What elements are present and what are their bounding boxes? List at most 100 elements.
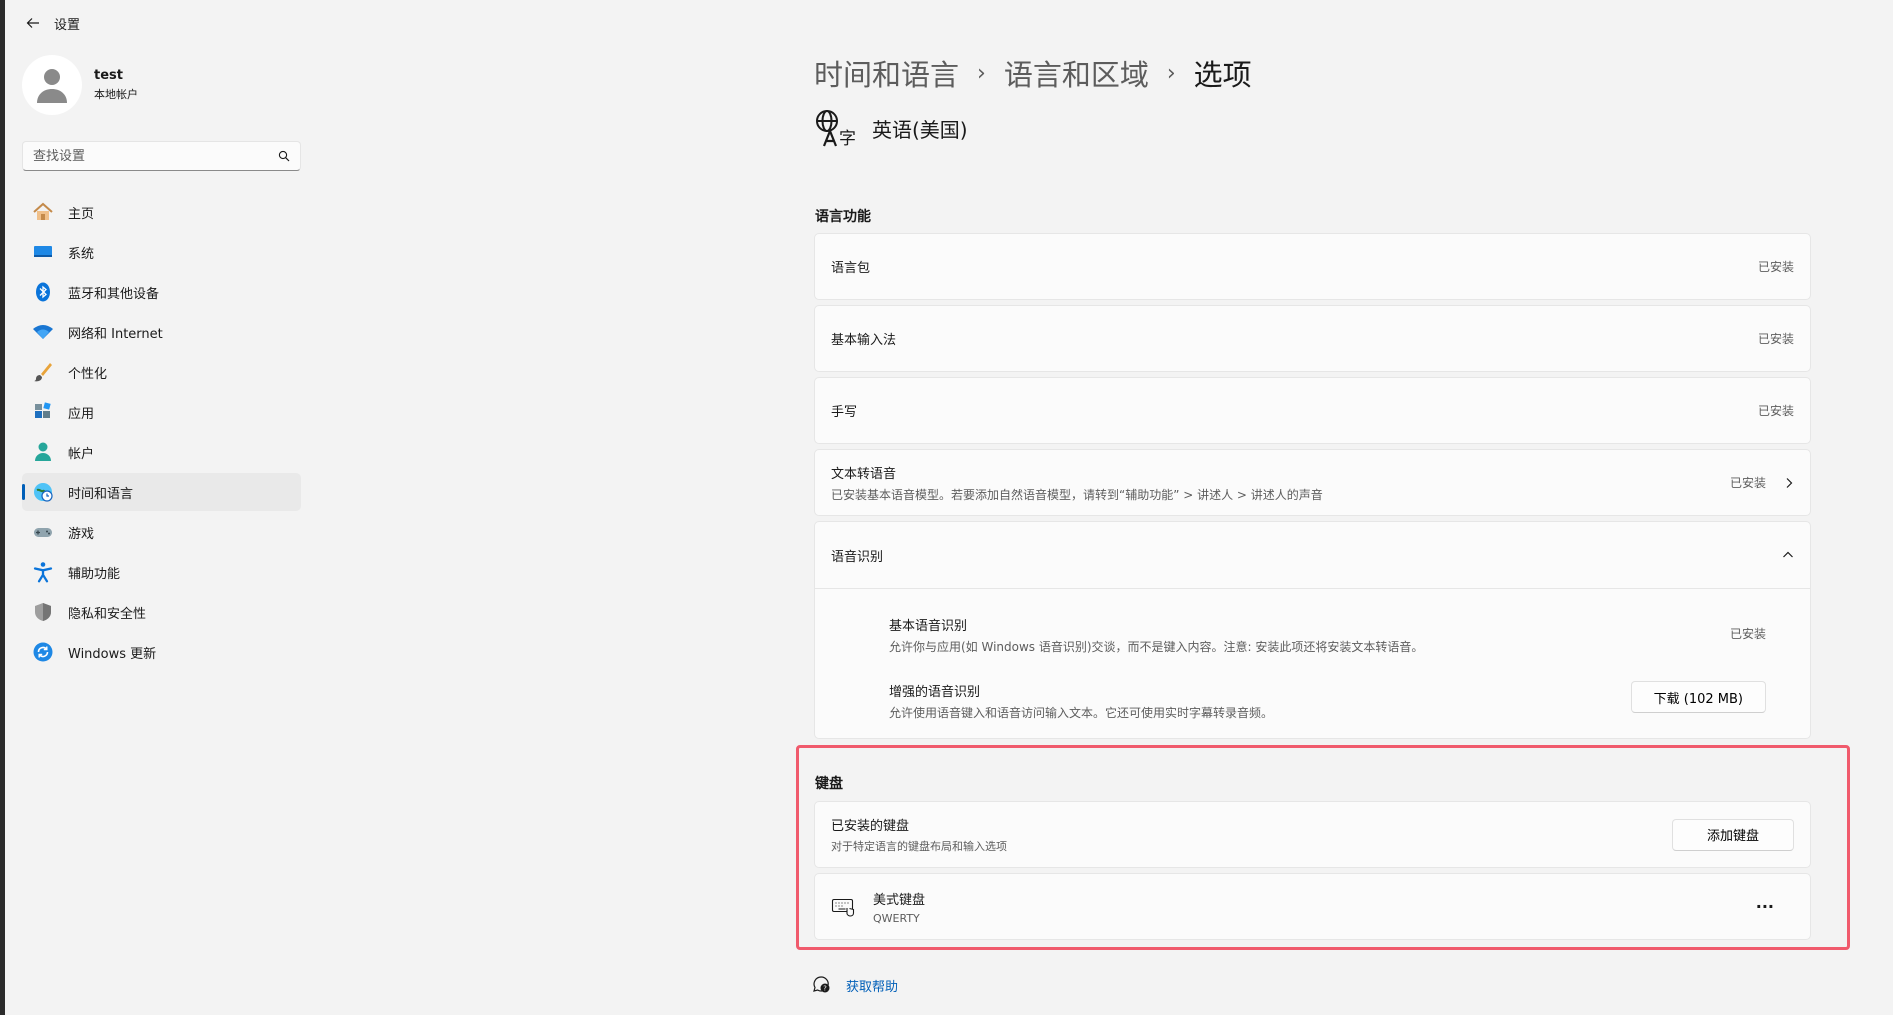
status-text: 已安装 (1757, 404, 1794, 418)
brush-icon (32, 361, 54, 383)
language-name: 英语(美国) (872, 117, 968, 142)
back-button[interactable] (22, 12, 44, 34)
system-icon (32, 241, 54, 263)
search-box[interactable] (22, 141, 301, 171)
sidebar-item-gaming[interactable]: 游戏 (22, 513, 301, 551)
speech-recognition-header[interactable]: 语音识别 (815, 522, 1810, 589)
basic-speech-recognition: 基本语音识别 允许你与应用(如 Windows 语音识别)交谈，而不是键入内容。… (889, 615, 1423, 655)
app-title: 设置 (54, 17, 81, 33)
keyboard-name: 美式键盘 (873, 892, 926, 908)
sidebar-item-label: 辅助功能 (68, 566, 121, 582)
window-edge (0, 0, 5, 1015)
breadcrumb-time-language[interactable]: 时间和语言 (814, 52, 959, 94)
row-title: 文本转语音 (831, 466, 897, 482)
more-options-icon[interactable]: ··· (1756, 897, 1774, 916)
home-icon (32, 201, 54, 223)
row-title: 增强的语音识别 (889, 685, 981, 700)
wifi-icon (32, 321, 54, 343)
row-title: 语音识别 (831, 549, 884, 565)
sidebar-item-home[interactable]: 主页 (22, 193, 301, 231)
sidebar-item-apps[interactable]: 应用 (22, 393, 301, 431)
back-arrow-icon (26, 18, 39, 28)
sidebar-item-label: 网络和 Internet (68, 326, 163, 342)
section-title-keyboard: 键盘 (815, 776, 843, 792)
sidebar-item-label: 游戏 (68, 526, 95, 542)
row-description: 允许你与应用(如 Windows 语音识别)交谈，而不是键入内容。注意: 安装此… (889, 640, 1424, 654)
sidebar-item-bluetooth[interactable]: 蓝牙和其他设备 (22, 273, 301, 311)
breadcrumb: 时间和语言 › 语言和区域 › 选项 (814, 52, 1252, 94)
sidebar-item-windows-update[interactable]: Windows 更新 (22, 633, 301, 671)
row-description: 对于特定语言的键盘布局和输入选项 (831, 840, 1007, 853)
search-input[interactable] (33, 148, 278, 164)
handwriting-row: 手写 已安装 (814, 377, 1811, 444)
row-title: 基本输入法 (831, 333, 897, 348)
row-description: 允许使用语音键入和语音访问输入文本。它还可使用实时字幕转录音频。 (889, 706, 1274, 720)
svg-text:?: ? (823, 985, 827, 993)
sidebar-item-label: Windows 更新 (68, 646, 157, 662)
gamepad-icon (32, 521, 54, 543)
add-keyboard-button[interactable]: 添加键盘 (1671, 818, 1794, 851)
sidebar-item-time-language[interactable]: 时间和语言 (22, 473, 301, 511)
sidebar-item-label: 蓝牙和其他设备 (68, 286, 160, 302)
row-title: 手写 (831, 405, 858, 420)
get-help-link[interactable]: 获取帮助 (846, 976, 898, 995)
profile-account-type: 本地帐户 (94, 88, 138, 101)
breadcrumb-language-region[interactable]: 语言和区域 (1004, 52, 1149, 94)
update-icon (32, 641, 54, 663)
basic-input-row: 基本输入法 已安装 (814, 305, 1811, 372)
sidebar-item-label: 隐私和安全性 (68, 606, 147, 622)
title-bar: 设置 (22, 12, 80, 34)
sidebar-item-label: 系统 (68, 246, 95, 262)
sidebar-item-label: 个性化 (68, 366, 108, 382)
download-button[interactable]: 下载 (102 MB) (1630, 681, 1766, 713)
keyboard-item-row: 美式键盘 QWERTY ··· (814, 873, 1811, 940)
row-title: 基本语音识别 (889, 619, 968, 634)
sidebar-item-network[interactable]: 网络和 Internet (22, 313, 301, 351)
row-description: 已安装基本语音模型。若要添加自然语音模型，请转到“辅助功能” > 讲述人 > 讲… (831, 487, 1323, 502)
language-icon: 字 (816, 110, 856, 148)
keyboard-icon (831, 898, 855, 917)
breadcrumb-separator: › (977, 60, 986, 86)
row-title: 已安装的键盘 (831, 819, 910, 834)
sidebar-item-label: 帐户 (68, 446, 95, 462)
user-profile[interactable]: test 本地帐户 (22, 55, 138, 115)
language-pack-row: 语言包 已安装 (814, 233, 1811, 300)
shield-icon (32, 601, 54, 623)
sidebar-item-personalization[interactable]: 个性化 (22, 353, 301, 391)
account-icon (32, 441, 54, 463)
chevron-right-icon (1784, 477, 1794, 489)
help-icon: ? (813, 976, 830, 993)
status-text: 已安装 (1757, 332, 1794, 346)
installed-keyboards-row: 已安装的键盘 对于特定语言的键盘布局和输入选项 添加键盘 (814, 801, 1811, 868)
sidebar-item-label: 应用 (68, 406, 95, 422)
keyboard-layout: QWERTY (873, 911, 920, 925)
avatar (22, 55, 82, 115)
breadcrumb-separator: › (1166, 60, 1176, 86)
page-title: 选项 (1193, 58, 1252, 92)
language-header: 字 英语(美国) (814, 108, 968, 148)
bluetooth-icon (32, 281, 54, 303)
get-help[interactable]: ? 获取帮助 (812, 975, 898, 995)
sidebar-item-accessibility[interactable]: 辅助功能 (22, 553, 301, 591)
status-text: 已安装 (1757, 260, 1794, 274)
row-title: 语言包 (831, 261, 871, 276)
enhanced-speech-recognition: 增强的语音识别 允许使用语音键入和语音访问输入文本。它还可使用实时字幕转录音频。 (889, 681, 1273, 721)
sidebar-item-label: 时间和语言 (68, 486, 134, 502)
text-to-speech-row[interactable]: 文本转语音 已安装基本语音模型。若要添加自然语音模型，请转到“辅助功能” > 讲… (814, 449, 1811, 516)
apps-icon (32, 401, 54, 423)
user-avatar-icon (37, 69, 67, 103)
sidebar-nav: 主页 系统 蓝牙和其他设备 网络和 Internet 个性化 应用 帐户 时间和… (22, 193, 301, 673)
sidebar-item-privacy[interactable]: 隐私和安全性 (22, 593, 301, 631)
accessibility-icon (32, 561, 54, 583)
svg-text:字: 字 (839, 129, 856, 148)
search-icon[interactable] (278, 150, 290, 162)
section-title-language-features: 语言功能 (815, 209, 871, 225)
speech-recognition-panel: 语音识别 基本语音识别 允许你与应用(如 Windows 语音识别)交谈，而不是… (814, 521, 1811, 739)
time-language-icon (32, 481, 54, 503)
sidebar-item-system[interactable]: 系统 (22, 233, 301, 271)
sidebar-item-accounts[interactable]: 帐户 (22, 433, 301, 471)
sidebar-item-label: 主页 (68, 206, 95, 222)
status-text: 已安装 (1729, 627, 1766, 641)
profile-name: test (94, 68, 123, 83)
chevron-up-icon[interactable] (1782, 550, 1794, 560)
